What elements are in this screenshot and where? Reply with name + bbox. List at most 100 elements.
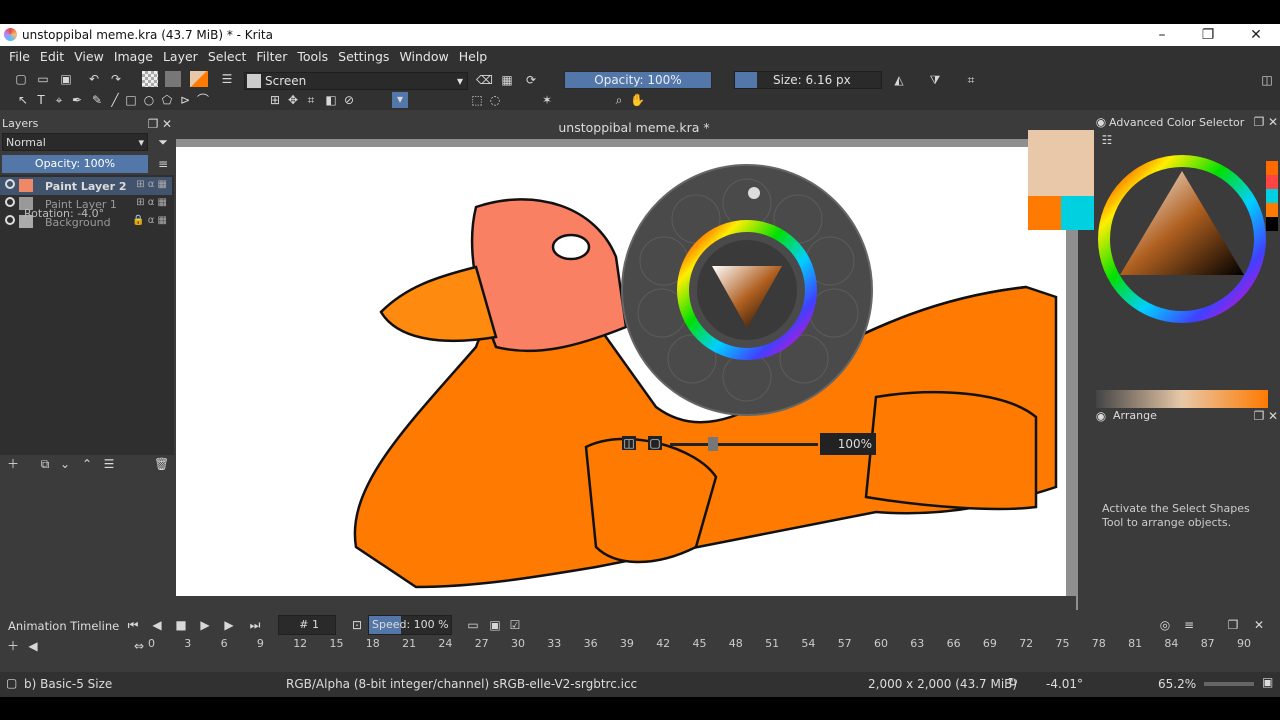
zoom-fit-icon[interactable]: ⇔	[132, 639, 146, 653]
workspace-icon[interactable]: ◫	[1260, 73, 1274, 87]
layer-menu-icon[interactable]: ≡	[156, 157, 170, 171]
visibility-eye-icon[interactable]	[5, 179, 15, 189]
drop-frames-icon[interactable]: ⊡	[350, 618, 364, 632]
color-history[interactable]	[1266, 161, 1278, 231]
rotate-icon[interactable]: ↻	[1008, 675, 1018, 689]
save-icon[interactable]: ▣	[59, 72, 73, 86]
color-picker-tool-icon[interactable]: ⊘	[342, 93, 356, 107]
gradient-tool-icon[interactable]: ◧	[324, 93, 338, 107]
menu-file[interactable]: File	[4, 46, 35, 67]
float-docker-icon[interactable]: ❐	[1252, 409, 1266, 423]
audio-track-icon[interactable]: ◀	[26, 639, 40, 653]
first-frame-icon[interactable]: ⏮	[126, 618, 140, 632]
float-docker-icon[interactable]: ❐	[146, 117, 160, 131]
ellipse-tool-icon[interactable]: ○	[142, 93, 156, 107]
layer-opacity-slider[interactable]: Opacity: 100%	[2, 155, 148, 173]
frame-ruler[interactable]: 0 3 6 9 12 15 18 21 24 27 30 33 36 39 42 45 48 51 54 57 60 63…	[148, 637, 1258, 651]
onion-skin-icon[interactable]: ▭	[466, 618, 480, 632]
add-layer-icon[interactable]: ＋	[6, 457, 20, 471]
menu-filter[interactable]: Filter	[251, 46, 292, 67]
play-icon[interactable]: ▶	[198, 618, 212, 632]
close-docker-icon[interactable]: ✕	[1266, 409, 1280, 423]
menu-window[interactable]: Window	[394, 46, 453, 67]
speed-slider[interactable]: Speed: 100 %	[368, 615, 452, 635]
blend-mode-select[interactable]: Normal ▾	[2, 133, 148, 151]
menu-edit[interactable]: Edit	[35, 46, 69, 67]
line-tool-icon[interactable]: ╱	[108, 93, 122, 107]
palette-rotation-slider[interactable]	[670, 443, 818, 446]
layer-row[interactable]: Paint Layer 2 ⊞ α ▦	[0, 177, 172, 195]
timeline-menu-icon[interactable]: ≡	[1182, 618, 1196, 632]
eraser-icon[interactable]: ⌫	[476, 73, 493, 87]
visibility-eye-icon[interactable]	[5, 197, 15, 207]
open-document-icon[interactable]: ▭	[36, 72, 50, 86]
float-docker-icon[interactable]: ❐	[1226, 618, 1240, 632]
calligraphy-tool-icon[interactable]: ✒	[70, 93, 84, 107]
fg-bg-color-icon[interactable]	[190, 71, 208, 87]
polyline-tool-icon[interactable]: ⊳	[178, 93, 192, 107]
redo-icon[interactable]: ↷	[109, 72, 123, 86]
alpha-lock-icon[interactable]: ▦	[500, 73, 514, 87]
float-docker-icon[interactable]: ❐	[1252, 115, 1266, 129]
lock-icon[interactable]: ⊞ α ▦	[136, 179, 167, 190]
document-tab[interactable]: unstoppibal meme.kra *	[176, 117, 1092, 139]
close-docker-icon[interactable]: ✕	[1252, 618, 1266, 632]
fill-tool-icon[interactable]: ▾	[392, 92, 408, 108]
onion-skins-icon[interactable]: ◎	[1158, 618, 1172, 632]
close-button[interactable]: ✕	[1242, 25, 1270, 45]
delete-layer-icon[interactable]: 🗑	[154, 457, 169, 471]
ellipse-select-tool-icon[interactable]: ◌	[488, 93, 502, 107]
close-docker-icon[interactable]: ✕	[1266, 115, 1280, 129]
minimize-button[interactable]: –	[1148, 25, 1176, 45]
new-document-icon[interactable]: ▢	[14, 72, 28, 86]
menu-tools[interactable]: Tools	[292, 46, 333, 67]
last-frame-icon[interactable]: ⏭	[248, 618, 262, 632]
lock-icon[interactable]: 🔒 α ▦	[132, 215, 167, 226]
bezier-tool-icon[interactable]: ⌒	[196, 93, 210, 107]
move-down-icon[interactable]: ⌄	[58, 457, 72, 471]
mirror-horizontal-icon[interactable]: ◭	[892, 73, 906, 87]
move-up-icon[interactable]: ⌃	[80, 457, 94, 471]
magic-wand-tool-icon[interactable]: ✶	[540, 93, 554, 107]
brush-preset-select[interactable]: Screen ▾	[244, 72, 468, 90]
zoom-overlay[interactable]: 100%	[820, 433, 876, 455]
background-color[interactable]	[1028, 196, 1061, 230]
settings-icon[interactable]: ☑	[508, 618, 522, 632]
popup-palette[interactable]	[620, 163, 874, 417]
pan-tool-icon[interactable]: ✋	[630, 93, 645, 107]
brush-editor-icon[interactable]: ☰	[220, 72, 234, 86]
layer-properties-icon[interactable]: ☰	[102, 457, 116, 471]
size-slider[interactable]: Size: 6.16 px	[734, 71, 882, 89]
move-tool-icon[interactable]: ✥	[286, 93, 300, 107]
wrap-around-icon[interactable]: ⌗	[964, 73, 978, 87]
undo-icon[interactable]: ↶	[87, 72, 101, 86]
menu-image[interactable]: Image	[109, 46, 158, 67]
menu-settings[interactable]: Settings	[333, 46, 394, 67]
maximize-button[interactable]: ❐	[1194, 25, 1222, 45]
foreground-color[interactable]	[1028, 130, 1094, 196]
crop-tool-icon[interactable]: ⌗	[304, 93, 318, 107]
menu-layer[interactable]: Layer	[158, 46, 203, 67]
zoom-slider[interactable]	[1204, 682, 1254, 686]
filter-icon[interactable]: ⏷	[156, 135, 170, 149]
opacity-slider[interactable]: Opacity: 100%	[564, 71, 712, 89]
frame-input[interactable]: # 1	[278, 615, 336, 635]
mirror-canvas-icon[interactable]: ◫	[622, 436, 636, 450]
mirror-vertical-icon[interactable]: ⧩	[928, 73, 942, 87]
menu-view[interactable]: View	[69, 46, 109, 67]
edit-shapes-tool-icon[interactable]: ⌖	[52, 93, 66, 107]
lock-icon[interactable]: ⊞ α ▦	[136, 197, 167, 208]
polygon-tool-icon[interactable]: ⬠	[160, 93, 174, 107]
transform-tool-icon[interactable]: ⊞	[268, 93, 282, 107]
color-shade-slider[interactable]	[1096, 390, 1268, 408]
palette-slider-handle[interactable]	[708, 437, 718, 451]
rectangle-tool-icon[interactable]: □	[124, 93, 138, 107]
color-wheel[interactable]	[1096, 153, 1268, 325]
audio-icon[interactable]: ▣	[488, 618, 502, 632]
next-frame-icon[interactable]: ▶	[222, 618, 236, 632]
freehand-brush-tool-icon[interactable]: ✎	[90, 93, 104, 107]
duplicate-layer-icon[interactable]: ⧉	[38, 457, 52, 471]
color-swatch[interactable]	[1028, 130, 1094, 230]
settings-icon[interactable]: ☷	[1100, 133, 1114, 147]
prev-frame-icon[interactable]: ◀	[150, 618, 164, 632]
